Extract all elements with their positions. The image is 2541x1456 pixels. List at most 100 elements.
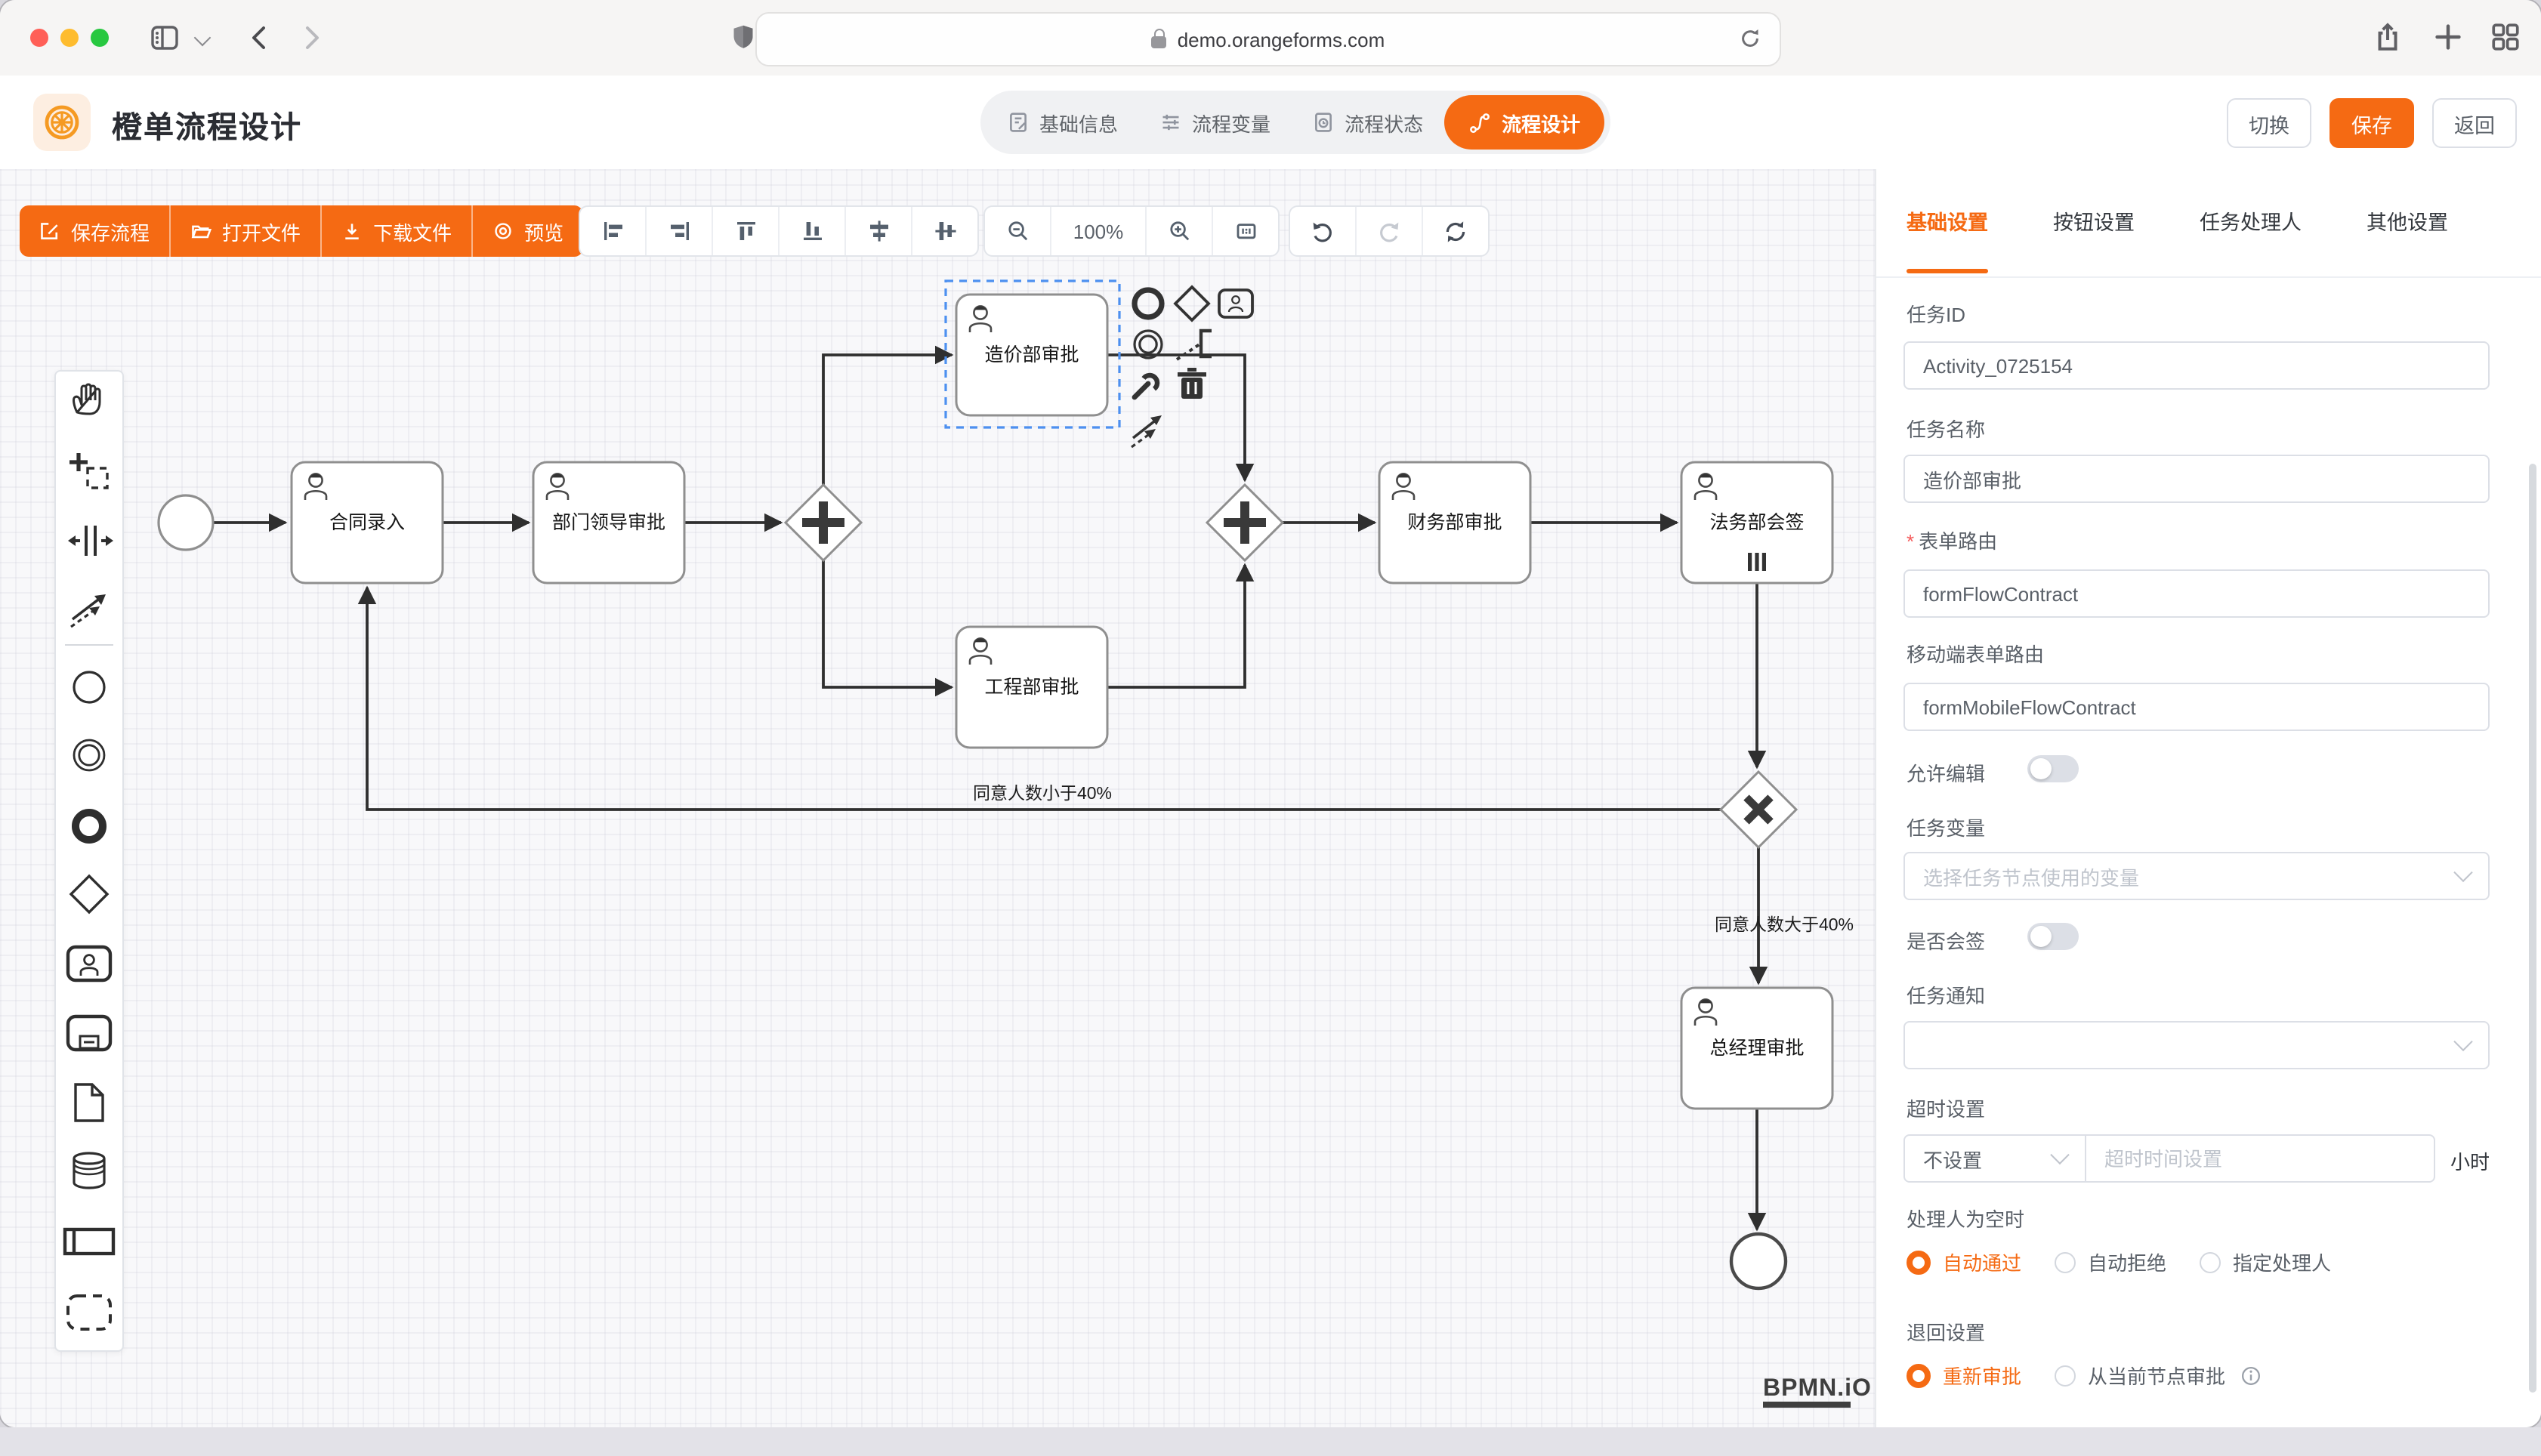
page-title: 橙单流程设计: [112, 103, 302, 147]
form-route-label: *表单路由: [1907, 526, 1997, 554]
task-finance[interactable]: 财务部审批: [1379, 462, 1530, 583]
connect-icon[interactable]: [1132, 415, 1162, 447]
reload-icon[interactable]: [1739, 27, 1761, 50]
bpmn-canvas[interactable]: 同意人数小于40% 同意人数大于40% 合同录入 部门领导审批: [0, 169, 1875, 1427]
assignee-empty-label: 处理人为空时: [1907, 1204, 2024, 1232]
tab-flow-status[interactable]: 流程状态: [1292, 95, 1444, 150]
radio-icon: [2055, 1365, 2076, 1386]
timeout-unit: 小时: [2450, 1146, 2490, 1175]
panel-scrollbar[interactable]: [2529, 464, 2536, 1393]
panel-divider: [1876, 276, 2541, 278]
timeout-mode-select[interactable]: 不设置: [1903, 1134, 2086, 1183]
task-contract-entry[interactable]: 合同录入: [292, 462, 443, 583]
flow-icon: [1468, 111, 1491, 134]
browser-window: demo.orangeforms.com: [0, 0, 2541, 1427]
tab-other-settings[interactable]: 其他设置: [2367, 205, 2448, 236]
radio-icon: [2055, 1251, 2076, 1272]
form-route-input[interactable]: [1903, 569, 2490, 618]
flow-nav-tabs: 基础信息 流程变量 流程状态: [980, 91, 1610, 154]
parallel-gateway-join[interactable]: [1207, 485, 1283, 560]
info-icon[interactable]: [2240, 1365, 2262, 1386]
radio-selected-icon: [1907, 1250, 1931, 1274]
tab-flow-variables[interactable]: 流程变量: [1139, 95, 1292, 150]
task-cost-dept[interactable]: 造价部审批: [956, 295, 1107, 415]
url-text: demo.orangeforms.com: [1178, 28, 1385, 51]
multi-instance-marker: [1748, 553, 1766, 571]
reject-setting-label: 退回设置: [1907, 1317, 1985, 1346]
chevron-down-icon: [2453, 862, 2472, 881]
end-event-node[interactable]: [1731, 1234, 1786, 1288]
task-notify-label: 任务通知: [1907, 980, 1985, 1009]
new-tab-icon[interactable]: [2432, 21, 2464, 53]
timeout-label: 超时设置: [1907, 1094, 1985, 1122]
timeout-hours-input[interactable]: [2086, 1134, 2435, 1183]
task-id-input[interactable]: [1903, 341, 2490, 390]
browser-titlebar: demo.orangeforms.com: [0, 0, 2541, 77]
sidebar-chevron-icon[interactable]: [194, 29, 211, 47]
tab-flow-design[interactable]: 流程设计: [1444, 95, 1604, 150]
svg-text:BPMN.iO: BPMN.iO: [1763, 1374, 1872, 1401]
parallel-gateway-split[interactable]: [786, 485, 861, 560]
task-variable-select[interactable]: 选择任务节点使用的变量: [1903, 852, 2490, 900]
radio-restart-approval[interactable]: 重新审批: [1907, 1361, 2021, 1390]
svg-text:合同录入: 合同录入: [329, 512, 405, 533]
append-gateway-icon[interactable]: [1175, 287, 1209, 320]
task-dept-leader[interactable]: 部门领导审批: [533, 462, 684, 583]
allow-edit-toggle[interactable]: [2027, 755, 2079, 782]
flow-cost-to-join[interactable]: [1107, 355, 1245, 480]
address-bar[interactable]: demo.orangeforms.com: [755, 12, 1781, 66]
forward-button[interactable]: [296, 23, 326, 53]
task-name-label: 任务名称: [1907, 414, 1985, 443]
properties-panel: 基础设置 按钮设置 任务处理人 其他设置 任务ID 任务名称 *表单路由 移动端…: [1875, 169, 2541, 1427]
screen: demo.orangeforms.com: [0, 0, 2541, 1456]
svg-text:部门领导审批: 部门领导审批: [552, 512, 665, 533]
countersign-toggle[interactable]: [2027, 923, 2079, 950]
flow-engineering-to-join[interactable]: [1107, 565, 1245, 687]
app-header: 橙单流程设计 基础信息 流程变量: [0, 76, 2541, 171]
sidebar-toggle-icon[interactable]: [148, 21, 181, 54]
svg-text:工程部审批: 工程部审批: [984, 677, 1079, 698]
tab-basic-info[interactable]: 基础信息: [986, 95, 1139, 150]
append-end-event-icon[interactable]: [1135, 290, 1162, 317]
zoom-window-button[interactable]: [91, 29, 109, 47]
minimize-window-button[interactable]: [60, 29, 79, 47]
flow-split-to-engineering[interactable]: [823, 560, 952, 687]
append-intermediate-event-icon[interactable]: [1135, 331, 1162, 358]
tab-basic-settings[interactable]: 基础设置: [1907, 205, 1988, 236]
task-name-input[interactable]: [1903, 455, 2490, 503]
mobile-form-route-input[interactable]: [1903, 683, 2490, 731]
wrench-icon[interactable]: [1135, 375, 1157, 397]
back-button-app[interactable]: 返回: [2432, 98, 2517, 148]
app-logo: [33, 94, 91, 151]
trash-icon[interactable]: [1178, 368, 1206, 399]
exclusive-gateway[interactable]: [1721, 772, 1796, 847]
bpmn-io-watermark[interactable]: BPMN.iO: [1763, 1374, 1872, 1408]
allow-edit-label: 允许编辑: [1907, 758, 1985, 787]
task-legal[interactable]: 法务部会签: [1681, 462, 1832, 583]
svg-text:法务部会签: 法务部会签: [1709, 512, 1804, 533]
task-engineering[interactable]: 工程部审批: [956, 627, 1107, 748]
share-icon[interactable]: [2372, 21, 2404, 53]
radio-assign-handler[interactable]: 指定处理人: [2200, 1248, 2331, 1276]
flow-split-to-cost[interactable]: [823, 355, 952, 485]
edge-label-gt40[interactable]: 同意人数大于40%: [1715, 915, 1854, 934]
task-gm[interactable]: 总经理审批: [1681, 988, 1832, 1109]
task-notify-select[interactable]: [1903, 1021, 2490, 1069]
header-actions: 切换 保存 返回: [2227, 98, 2517, 148]
back-button[interactable]: [245, 23, 275, 53]
tab-task-assignee[interactable]: 任务处理人: [2200, 205, 2302, 236]
svg-text:造价部审批: 造价部审批: [984, 344, 1079, 366]
diagram-workarea: 保存流程 打开文件 下载文件 预览: [0, 169, 1875, 1427]
radio-auto-reject[interactable]: 自动拒绝: [2055, 1248, 2166, 1276]
append-user-task-icon[interactable]: [1219, 290, 1252, 317]
start-event-node[interactable]: [159, 495, 213, 550]
radio-auto-approve[interactable]: 自动通过: [1907, 1248, 2021, 1276]
tab-button-settings[interactable]: 按钮设置: [2053, 205, 2135, 236]
radio-from-current-node[interactable]: 从当前节点审批: [2055, 1361, 2262, 1390]
close-window-button[interactable]: [30, 29, 48, 47]
save-button[interactable]: 保存: [2330, 98, 2414, 148]
tab-overview-icon[interactable]: [2490, 21, 2521, 53]
privacy-shield-icon[interactable]: [728, 23, 758, 53]
edge-label-lt40[interactable]: 同意人数小于40%: [973, 783, 1112, 803]
switch-button[interactable]: 切换: [2227, 98, 2311, 148]
